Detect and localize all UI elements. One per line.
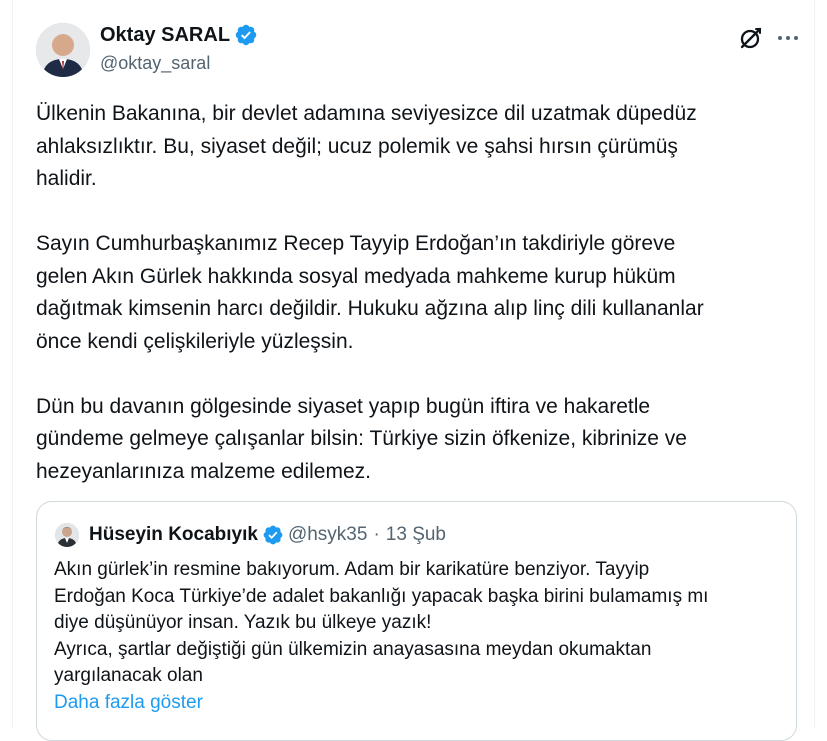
verified-badge-icon	[235, 24, 257, 46]
quoted-tweet[interactable]: Hüseyin Kocabıyık @hsyk35 · 13 Şub Akın …	[36, 501, 797, 741]
quoted-tweet-text: Akın gürlek’in resmine bakıyorum. Adam b…	[54, 559, 709, 686]
quoted-date[interactable]: 13 Şub	[386, 524, 446, 546]
tweet-paragraph-2: Sayın Cumhurbaşkanımız Recep Tayyip Erdo…	[36, 232, 704, 353]
quoted-tweet-header: Hüseyin Kocabıyık @hsyk35 · 13 Şub	[55, 522, 446, 548]
grok-icon-glyph	[740, 27, 762, 49]
show-more-link[interactable]: Daha fazla göster	[54, 692, 203, 714]
author-handle[interactable]: @oktay_saral	[100, 53, 258, 74]
more-horizontal-icon[interactable]	[774, 26, 802, 50]
author-block: Oktay SARAL @oktay_saral	[100, 21, 258, 74]
quoted-author-name[interactable]: Hüseyin Kocabıyık	[89, 524, 258, 546]
more-dots	[778, 36, 798, 40]
quoted-separator: ·	[373, 524, 380, 545]
quoted-author-avatar[interactable]	[55, 523, 79, 547]
tweet-text: Ülkenin Bakanına, bir devlet adamına sev…	[36, 98, 796, 488]
author-name[interactable]: Oktay SARAL	[100, 24, 230, 47]
author-avatar-image	[36, 23, 90, 77]
timeline-border-right	[814, 0, 815, 729]
grok-icon[interactable]	[737, 24, 765, 52]
author-name-row: Oktay SARAL	[100, 21, 258, 49]
quoted-author-handle[interactable]: @hsyk35	[288, 524, 368, 546]
timeline-border-left	[12, 0, 13, 729]
quoted-verified-badge-icon	[263, 525, 283, 545]
author-avatar[interactable]	[36, 23, 90, 77]
tweet-paragraph-3: Dün bu davanın gölgesinde siyaset yapıp …	[36, 394, 687, 483]
tweet-paragraph-1: Ülkenin Bakanına, bir devlet adamına sev…	[36, 102, 697, 190]
quoted-avatar-image	[55, 523, 79, 547]
